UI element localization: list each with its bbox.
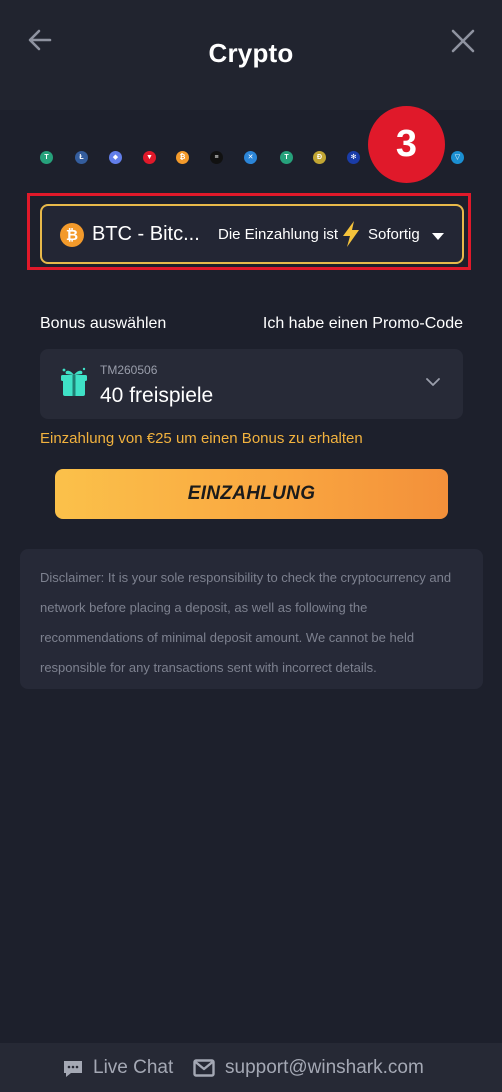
dogecoin-icon[interactable]: Ð [313,151,326,164]
cardano-icon[interactable]: ✻ [347,151,360,164]
bonus-code: TM260506 [100,363,158,377]
chevron-down-icon [426,378,440,386]
mail-icon [193,1059,215,1077]
litecoin-icon[interactable]: Ł [75,151,88,164]
support-email-link[interactable]: support@winshark.com [225,1057,424,1079]
bitcoin-icon[interactable]: ₿ [176,151,189,164]
close-icon[interactable] [446,24,480,58]
promo-code-link[interactable]: Ich habe einen Promo-Code [263,315,463,333]
lightning-icon [343,221,359,247]
tron-icon[interactable]: ▼ [143,151,156,164]
deposit-info-label: Die Einzahlung ist [218,226,339,243]
ripple-icon[interactable]: ✕ [244,151,257,164]
disclaimer-text: Disclaimer: It is your sole responsibili… [20,549,483,689]
ton-icon[interactable]: ▽ [451,151,464,164]
deposit-button[interactable]: EINZAHLUNG [55,469,448,519]
bonus-select[interactable]: TM260506 40 freispiele [40,349,463,419]
live-chat-link[interactable]: Live Chat [93,1057,173,1079]
ethereum-icon[interactable]: ◆ [109,151,122,164]
currency-select[interactable]: ₿ BTC - Bitc... Die Einzahlung ist Sofor… [40,204,464,264]
solana-icon[interactable]: ≡ [210,151,223,164]
gift-icon [61,367,87,396]
footer: Live Chat support@winshark.com [0,1043,502,1092]
step-number-badge: 3 [368,106,445,183]
page-title: Crypto [208,38,294,68]
deposit-speed-label: Sofortig [368,226,420,243]
tether-icon[interactable]: T [40,151,53,164]
bonus-name: 40 freispiele [100,384,214,407]
header: Crypto [0,0,502,110]
bonus-select-label: Bonus auswählen [40,315,167,332]
caret-down-icon [432,233,444,240]
chat-icon [64,1061,82,1077]
tether-trc-icon[interactable]: T [280,151,293,164]
bitcoin-icon: ₿ [60,223,84,247]
selected-currency-label: BTC - Bitc... [92,223,200,245]
bonus-hint: Einzahlung von €25 um einen Bonus zu erh… [40,430,363,447]
